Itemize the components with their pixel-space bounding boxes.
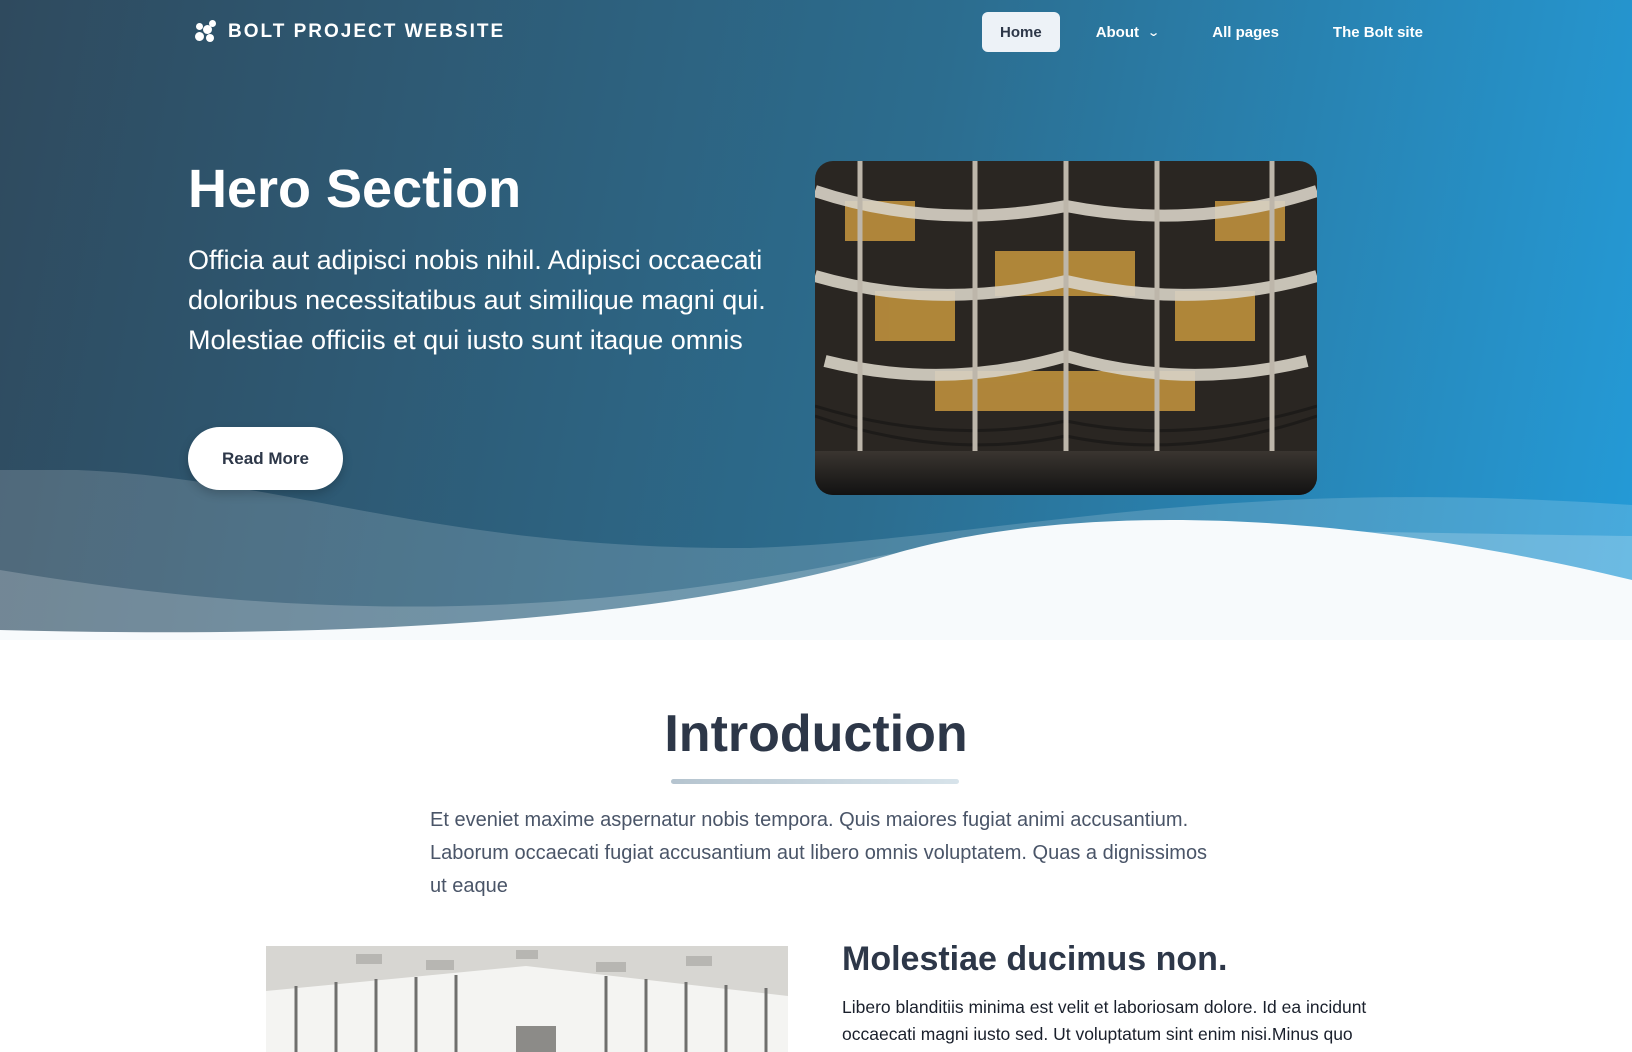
bolt-logo-icon	[195, 20, 216, 42]
feature-text: Libero blanditiis minima est velit et la…	[842, 997, 1367, 1044]
hero-image	[815, 161, 1317, 495]
nav-home-label: Home	[1000, 23, 1042, 41]
main-nav: Home About ⌄ All pages The Bolt site	[982, 12, 1459, 52]
nav-bolt-site[interactable]: The Bolt site	[1315, 12, 1441, 52]
hero-wave-decoration	[0, 470, 1632, 640]
nav-about[interactable]: About ⌄	[1078, 12, 1177, 52]
nav-all-pages-label: All pages	[1212, 23, 1279, 41]
brand-link[interactable]: BOLT PROJECT WEBSITE	[192, 18, 505, 46]
navbar: BOLT PROJECT WEBSITE Home About ⌄ All pa…	[0, 0, 1632, 64]
nav-about-label: About	[1095, 23, 1140, 41]
hero-text: Officia aut adipisci nobis nihil. Adipis…	[188, 245, 766, 355]
hero-section: BOLT PROJECT WEBSITE Home About ⌄ All pa…	[0, 0, 1632, 640]
intro-text: Et eveniet maxime aspernatur nobis tempo…	[430, 809, 1208, 897]
brand-name: BOLT PROJECT WEBSITE	[228, 21, 506, 42]
read-more-button[interactable]: Read More	[188, 427, 343, 490]
nav-all-pages[interactable]: All pages	[1194, 12, 1297, 52]
nav-home[interactable]: Home	[982, 12, 1060, 52]
hero-title: Hero Section	[188, 159, 522, 219]
intro-underline	[671, 779, 959, 784]
intro-title: Introduction	[664, 705, 968, 763]
feature-image	[266, 946, 788, 1052]
chevron-down-icon: ⌄	[1147, 26, 1161, 39]
nav-bolt-site-label: The Bolt site	[1332, 23, 1423, 41]
feature-title: Molestiae ducimus non.	[842, 940, 1228, 978]
